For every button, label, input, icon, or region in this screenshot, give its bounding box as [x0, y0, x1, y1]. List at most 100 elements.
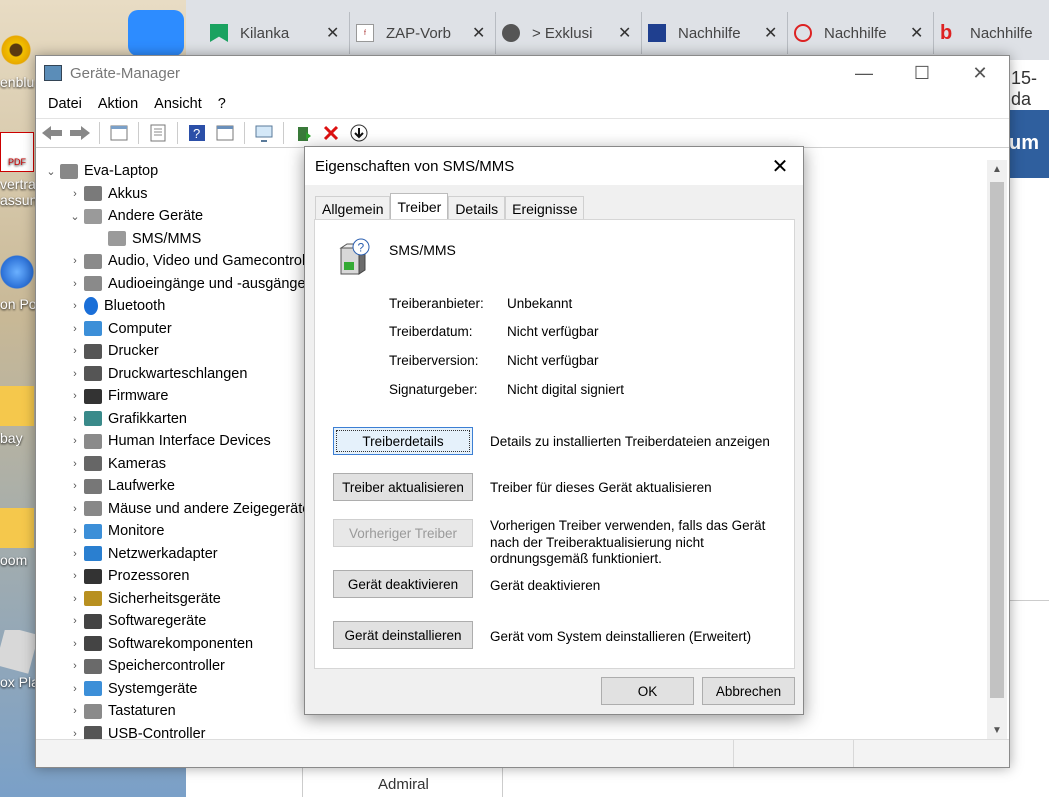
close-window-button[interactable]: ✕	[951, 56, 1009, 90]
window-title: Geräte-Manager	[70, 64, 181, 82]
chevron-right-icon[interactable]: ›	[66, 368, 84, 380]
desktop-icon-folder[interactable]: bay	[0, 386, 36, 446]
browser-tab[interactable]: Nachhilfe ✕	[784, 12, 935, 54]
uninstall-device-button[interactable]: Gerät deinstallieren	[333, 621, 473, 649]
chevron-right-icon[interactable]: ›	[66, 480, 84, 492]
close-tab-icon[interactable]: ✕	[764, 23, 777, 43]
close-tab-icon[interactable]: ✕	[326, 23, 339, 43]
cancel-button[interactable]: Abbrechen	[702, 677, 795, 705]
view-icon[interactable]	[213, 122, 237, 144]
browser-tab[interactable]: b Nachhilfe	[930, 12, 1049, 54]
chevron-right-icon[interactable]: ›	[66, 683, 84, 695]
update-driver-icon[interactable]	[291, 122, 315, 144]
update-driver-button[interactable]: Treiber aktualisieren	[333, 473, 473, 501]
keyboard-icon	[84, 703, 102, 719]
network-icon	[84, 546, 102, 562]
maximize-button[interactable]: ☐	[893, 56, 951, 90]
desktop-icon-alert[interactable]: on Po	[0, 252, 36, 312]
chevron-right-icon[interactable]: ›	[66, 345, 84, 357]
zoom-app-icon[interactable]	[128, 10, 184, 56]
close-tab-icon[interactable]: ✕	[910, 23, 923, 43]
tree-item-label: Bluetooth	[104, 298, 166, 315]
chevron-right-icon[interactable]: ›	[66, 705, 84, 717]
menu-aktion[interactable]: Aktion	[90, 96, 146, 112]
tab-ereignisse[interactable]: Ereignisse	[505, 196, 585, 220]
dialog-close-icon[interactable]: ✕	[757, 147, 803, 185]
chevron-right-icon[interactable]: ›	[66, 278, 84, 290]
chevron-right-icon[interactable]: ›	[66, 593, 84, 605]
chevron-right-icon[interactable]: ›	[66, 413, 84, 425]
computer-icon	[60, 163, 78, 179]
chevron-down-icon[interactable]: ⌄	[42, 165, 60, 178]
browser-tab[interactable]: Kilanka ✕	[200, 12, 351, 54]
chevron-right-icon[interactable]: ›	[66, 390, 84, 402]
dialog-tabs: Allgemein Treiber Details Ereignisse	[315, 193, 585, 220]
chevron-right-icon[interactable]: ›	[66, 435, 84, 447]
toolbar: ?	[36, 118, 1009, 148]
vertical-scrollbar[interactable]: ▲ ▼	[987, 160, 1007, 740]
unknown-device-icon: ?	[339, 238, 370, 275]
show-hide-tree-icon[interactable]	[107, 122, 131, 144]
browser-tab[interactable]: f ZAP-Vorb ✕	[346, 12, 497, 54]
menu-datei[interactable]: Datei	[40, 96, 90, 112]
pdf-icon: PDF	[0, 132, 34, 172]
dialog-titlebar[interactable]: Eigenschaften von SMS/MMS	[305, 147, 803, 185]
chevron-right-icon[interactable]: ›	[66, 255, 84, 267]
chevron-right-icon[interactable]: ›	[66, 525, 84, 537]
chevron-right-icon[interactable]: ›	[66, 615, 84, 627]
tab-details[interactable]: Details	[448, 196, 506, 220]
chevron-right-icon[interactable]: ›	[66, 300, 84, 312]
browser-tab[interactable]: > Exklusi ✕	[492, 12, 643, 54]
chevron-right-icon[interactable]: ›	[66, 548, 84, 560]
chevron-right-icon[interactable]: ›	[66, 638, 84, 650]
chevron-down-icon[interactable]: ⌄	[66, 210, 84, 223]
desktop-icon-pdf[interactable]: PDF vertra assung	[0, 132, 36, 208]
close-tab-icon[interactable]: ✕	[472, 23, 485, 43]
ok-button[interactable]: OK	[601, 677, 694, 705]
tree-item[interactable]: › USB-Controller	[38, 723, 985, 740]
desktop-icon-sunflower[interactable]: enblu	[0, 30, 36, 90]
browser-banner-fragment[interactable]: um	[1007, 110, 1049, 178]
tree-item-label: Firmware	[108, 388, 169, 405]
tree-item-label: Andere Geräte	[108, 208, 204, 225]
menu-ansicht[interactable]: Ansicht	[146, 96, 210, 112]
display-adapter-icon	[84, 411, 102, 427]
desktop-icon-game[interactable]: ox Pla	[0, 630, 36, 690]
help-icon[interactable]: ?	[185, 122, 209, 144]
chevron-right-icon[interactable]: ›	[66, 570, 84, 582]
forward-icon[interactable]	[68, 122, 92, 144]
back-icon[interactable]	[40, 122, 64, 144]
sunflower-icon	[0, 30, 34, 70]
pen-icon	[648, 24, 666, 42]
action-description: Vorherigen Treiber verwenden, falls das …	[490, 518, 766, 566]
browser-tab[interactable]: Nachhilfe ✕	[638, 12, 789, 54]
desktop-icon-folder-2[interactable]: oom	[0, 508, 36, 568]
desktop-icon-label: vertra	[0, 176, 36, 192]
chevron-right-icon[interactable]: ›	[66, 728, 84, 740]
usb-icon	[84, 726, 102, 740]
menu-help[interactable]: ?	[210, 96, 234, 112]
close-tab-icon[interactable]: ✕	[618, 23, 631, 43]
chevron-right-icon[interactable]: ›	[66, 323, 84, 335]
storage-icon	[84, 658, 102, 674]
chevron-right-icon[interactable]: ›	[66, 503, 84, 515]
tree-item-label: Computer	[108, 320, 172, 337]
chevron-right-icon[interactable]: ›	[66, 660, 84, 672]
scroll-down-icon[interactable]: ▼	[987, 725, 1007, 736]
scrollbar-thumb[interactable]	[990, 182, 1004, 698]
tab-treiber[interactable]: Treiber	[390, 193, 449, 220]
properties-icon[interactable]	[146, 122, 170, 144]
chevron-right-icon[interactable]: ›	[66, 188, 84, 200]
bookmark-icon	[210, 24, 228, 42]
tab-allgemein[interactable]: Allgemein	[315, 196, 391, 220]
driver-details-button[interactable]: Treiberdetails	[333, 427, 473, 455]
chevron-right-icon[interactable]: ›	[66, 458, 84, 470]
download-icon[interactable]	[347, 122, 371, 144]
minimize-button[interactable]: —	[835, 56, 893, 90]
disable-device-button[interactable]: Gerät deaktivieren	[333, 570, 473, 598]
scroll-up-icon[interactable]: ▲	[987, 164, 1007, 175]
tree-item-label: Tastaturen	[108, 703, 176, 720]
uninstall-icon[interactable]	[319, 122, 343, 144]
desktop-icon-label: oom	[0, 552, 28, 568]
scan-hardware-icon[interactable]	[252, 122, 276, 144]
